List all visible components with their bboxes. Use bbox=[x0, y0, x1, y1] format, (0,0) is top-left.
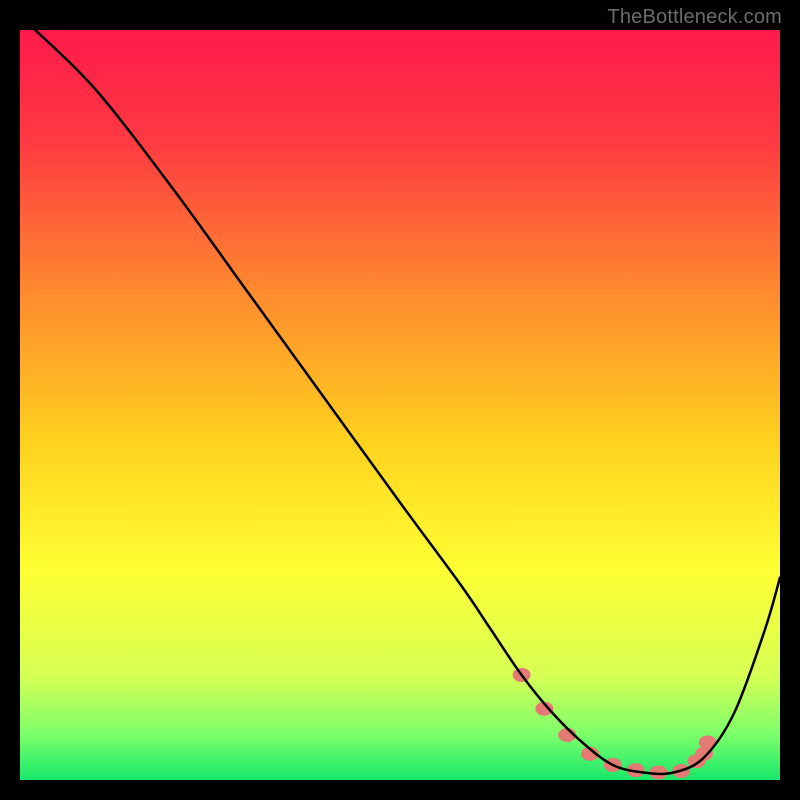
chart-svg bbox=[20, 30, 780, 780]
plot-area bbox=[20, 30, 780, 780]
watermark-text: TheBottleneck.com bbox=[607, 6, 782, 29]
chart-frame: TheBottleneck.com bbox=[0, 0, 800, 800]
gradient-background bbox=[20, 30, 780, 780]
